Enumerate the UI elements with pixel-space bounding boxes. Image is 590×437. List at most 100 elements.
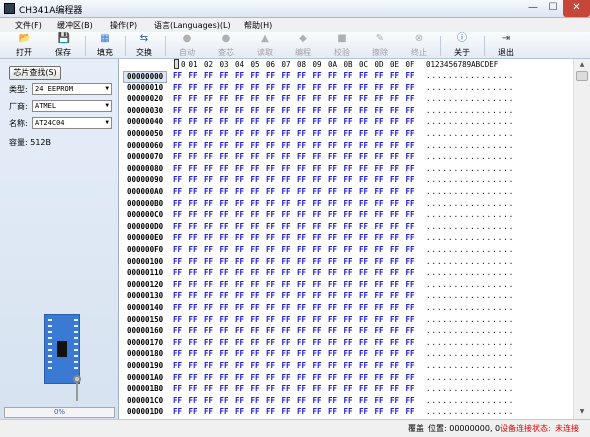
hex-row[interactable]: 00000110 FF FF FF FF FF FF FF FF FF FF FF FF FF FF FF FF… bbox=[120, 267, 573, 279]
hex-byte[interactable]: FF bbox=[189, 128, 198, 140]
hex-byte[interactable]: FF bbox=[251, 256, 260, 268]
hex-byte[interactable]: FF bbox=[204, 232, 213, 244]
hex-byte[interactable]: FF bbox=[235, 337, 244, 349]
hex-byte[interactable]: FF bbox=[204, 82, 213, 94]
hex-byte[interactable]: FF bbox=[328, 186, 337, 198]
hex-byte[interactable]: FF bbox=[344, 209, 353, 221]
hex-ascii[interactable]: ................ bbox=[426, 93, 514, 105]
hex-byte[interactable]: FF bbox=[359, 337, 368, 349]
hex-byte[interactable]: FF bbox=[266, 93, 275, 105]
hex-byte[interactable]: FF bbox=[266, 198, 275, 210]
hex-row[interactable]: 00000180 FF FF FF FF FF FF FF FF FF FF FF FF FF FF FF FF… bbox=[120, 348, 573, 360]
hex-byte[interactable]: FF bbox=[375, 325, 384, 337]
hex-byte[interactable]: FF bbox=[375, 337, 384, 349]
hex-byte[interactable]: FF bbox=[173, 372, 182, 384]
hex-byte[interactable]: FF bbox=[328, 244, 337, 256]
hex-byte[interactable]: FF bbox=[375, 395, 384, 407]
menu-file[interactable]: 文件(F) bbox=[15, 20, 42, 31]
hex-ascii[interactable]: ................ bbox=[426, 383, 514, 395]
hex-byte[interactable]: FF bbox=[328, 372, 337, 384]
hex-byte[interactable]: FF bbox=[375, 232, 384, 244]
hex-ascii[interactable]: ................ bbox=[426, 82, 514, 94]
hex-byte[interactable]: FF bbox=[344, 314, 353, 326]
hex-byte[interactable]: FF bbox=[266, 163, 275, 175]
menu-operation[interactable]: 操作(P) bbox=[110, 20, 137, 31]
swap-button[interactable]: ⇆ 交换 bbox=[129, 33, 159, 58]
hex-byte[interactable]: FF bbox=[266, 290, 275, 302]
hex-ascii[interactable]: ................ bbox=[426, 256, 514, 268]
hex-byte[interactable]: FF bbox=[406, 232, 415, 244]
hex-byte[interactable]: FF bbox=[328, 383, 337, 395]
hex-byte[interactable]: FF bbox=[390, 186, 399, 198]
hex-byte[interactable]: FF bbox=[297, 395, 306, 407]
stop-button[interactable]: ⊗ 终止 bbox=[404, 33, 434, 58]
hex-byte[interactable]: FF bbox=[313, 128, 322, 140]
hex-byte[interactable]: FF bbox=[297, 360, 306, 372]
hex-byte[interactable]: FF bbox=[251, 302, 260, 314]
hex-byte[interactable]: FF bbox=[282, 221, 291, 233]
hex-byte[interactable]: FF bbox=[220, 105, 229, 117]
hex-byte[interactable]: FF bbox=[390, 267, 399, 279]
hex-byte[interactable]: FF bbox=[406, 151, 415, 163]
hex-byte[interactable]: FF bbox=[359, 290, 368, 302]
hex-byte[interactable]: FF bbox=[220, 151, 229, 163]
hex-byte[interactable]: FF bbox=[220, 232, 229, 244]
hex-row[interactable]: 000000D0 FF FF FF FF FF FF FF FF FF FF FF FF FF FF FF FF… bbox=[120, 221, 573, 233]
about-button[interactable]: ⓘ 关于 bbox=[447, 33, 477, 58]
hex-byte[interactable]: FF bbox=[189, 232, 198, 244]
hex-byte[interactable]: FF bbox=[251, 395, 260, 407]
hex-byte[interactable]: FF bbox=[266, 372, 275, 384]
hex-byte[interactable]: FF bbox=[235, 279, 244, 291]
hex-byte[interactable]: FF bbox=[220, 256, 229, 268]
hex-byte[interactable]: FF bbox=[235, 406, 244, 418]
hex-byte[interactable]: FF bbox=[406, 314, 415, 326]
hex-byte[interactable]: FF bbox=[189, 395, 198, 407]
hex-byte[interactable]: FF bbox=[390, 209, 399, 221]
hex-byte[interactable]: FF bbox=[390, 198, 399, 210]
hex-byte[interactable]: FF bbox=[406, 163, 415, 175]
hex-ascii[interactable]: ................ bbox=[426, 360, 514, 372]
hex-byte[interactable]: FF bbox=[313, 314, 322, 326]
hex-byte[interactable]: FF bbox=[328, 337, 337, 349]
hex-byte[interactable]: FF bbox=[344, 279, 353, 291]
hex-byte[interactable]: FF bbox=[204, 174, 213, 186]
hex-byte[interactable]: FF bbox=[375, 279, 384, 291]
hex-row[interactable]: 00000090 FF FF FF FF FF FF FF FF FF FF FF FF FF FF FF FF… bbox=[120, 174, 573, 186]
hex-byte[interactable]: FF bbox=[282, 267, 291, 279]
hex-byte[interactable]: FF bbox=[313, 348, 322, 360]
hex-row[interactable]: 00000150 FF FF FF FF FF FF FF FF FF FF FF FF FF FF FF FF… bbox=[120, 314, 573, 326]
hex-byte[interactable]: FF bbox=[173, 279, 182, 291]
hex-byte[interactable]: FF bbox=[313, 151, 322, 163]
hex-byte[interactable]: FF bbox=[375, 174, 384, 186]
hex-byte[interactable]: FF bbox=[297, 128, 306, 140]
hex-byte[interactable]: FF bbox=[297, 314, 306, 326]
hex-byte[interactable]: FF bbox=[375, 128, 384, 140]
hex-byte[interactable]: FF bbox=[282, 302, 291, 314]
hex-byte[interactable]: FF bbox=[204, 360, 213, 372]
read-button[interactable]: ▲ 读取 bbox=[250, 33, 280, 58]
hex-byte[interactable]: FF bbox=[189, 140, 198, 152]
hex-byte[interactable]: FF bbox=[297, 93, 306, 105]
chip-search-button[interactable]: 芯片查找(S) bbox=[9, 66, 61, 80]
hex-byte[interactable]: FF bbox=[328, 325, 337, 337]
hex-byte[interactable]: FF bbox=[173, 406, 182, 418]
hex-byte[interactable]: FF bbox=[390, 383, 399, 395]
hex-byte[interactable]: FF bbox=[266, 232, 275, 244]
hex-byte[interactable]: FF bbox=[390, 163, 399, 175]
hex-byte[interactable]: FF bbox=[266, 267, 275, 279]
hex-byte[interactable]: FF bbox=[375, 372, 384, 384]
hex-byte[interactable]: FF bbox=[406, 348, 415, 360]
hex-byte[interactable]: FF bbox=[313, 186, 322, 198]
hex-byte[interactable]: FF bbox=[359, 360, 368, 372]
hex-byte[interactable]: FF bbox=[266, 151, 275, 163]
hex-byte[interactable]: FF bbox=[313, 337, 322, 349]
hex-byte[interactable]: FF bbox=[282, 116, 291, 128]
hex-byte[interactable]: FF bbox=[344, 198, 353, 210]
hex-byte[interactable]: FF bbox=[220, 325, 229, 337]
hex-byte[interactable]: FF bbox=[235, 372, 244, 384]
hex-byte[interactable]: FF bbox=[282, 82, 291, 94]
hex-byte[interactable]: FF bbox=[297, 140, 306, 152]
hex-byte[interactable]: FF bbox=[235, 221, 244, 233]
hex-byte[interactable]: FF bbox=[173, 93, 182, 105]
hex-ascii[interactable]: ................ bbox=[426, 348, 514, 360]
